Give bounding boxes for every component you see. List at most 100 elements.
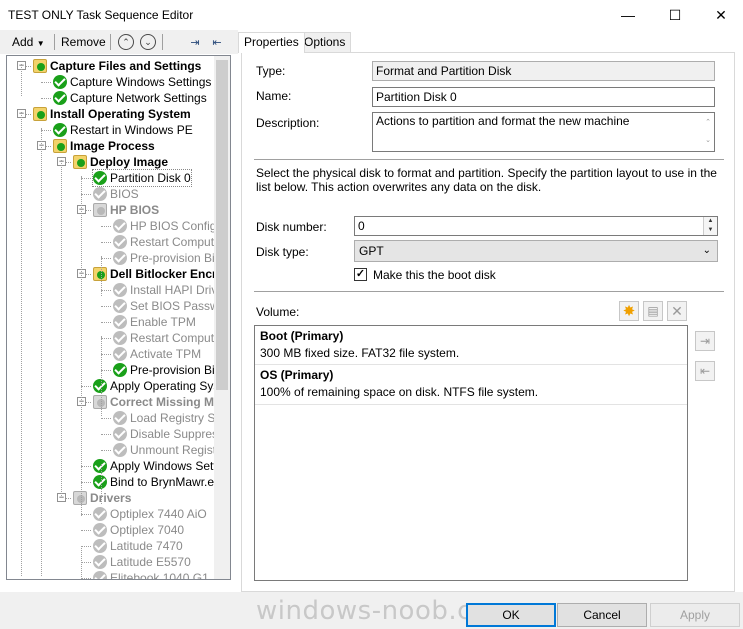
tree-group[interactable]: Install Operating System [33, 106, 191, 122]
tree-connector [81, 386, 91, 387]
properties-icon[interactable]: ▤ [643, 301, 663, 321]
divider [254, 291, 724, 292]
spin-up-icon[interactable]: ▲ [703, 217, 717, 226]
description-text: Actions to partition and format the new … [376, 114, 630, 128]
name-field[interactable]: Partition Disk 0 [372, 87, 715, 107]
tree-node-label: Pre-provision BitLo [130, 251, 215, 265]
folder-icon [33, 59, 47, 73]
tree-connector [41, 82, 51, 83]
tab-properties[interactable]: Properties [238, 32, 305, 53]
folder-disabled-icon [93, 395, 107, 409]
delete-icon[interactable]: ✕ [667, 301, 687, 321]
tree-step[interactable]: Pre-provision BitLo [113, 250, 215, 266]
step-disabled-icon [93, 539, 107, 553]
tree-node-label: Bind to BrynMawr.edu [110, 475, 215, 489]
tree-node-label: Activate TPM [130, 347, 202, 361]
tree-step[interactable]: Bind to BrynMawr.edu [93, 474, 215, 490]
tree-node-label: Latitude E5570 [110, 555, 191, 569]
tree-step[interactable]: Restart in Windows PE [53, 122, 193, 138]
indent-icon[interactable]: ⇥ [186, 33, 204, 51]
tree-step[interactable]: Load Registry SO [113, 410, 215, 426]
task-sequence-tree[interactable]: − Capture Files and Settings Capture Windo… [6, 55, 231, 580]
tree-step[interactable]: Optiplex 7040 [93, 522, 184, 538]
tree-scroll-thumb[interactable] [216, 60, 228, 390]
tree-connector [101, 290, 111, 291]
tree-step[interactable]: Capture Network Settings [53, 90, 207, 106]
tree-node-label: Disable Suppresse [130, 427, 215, 441]
tree-group[interactable]: Dell Bitlocker Encr [93, 266, 215, 282]
description-field[interactable]: Actions to partition and format the new … [372, 112, 715, 152]
disk-number-label: Disk number: [256, 220, 327, 234]
tree-node-label: Restart Computer [130, 235, 215, 249]
tree-step[interactable]: Unmount Registry [113, 442, 215, 458]
disk-type-select[interactable]: GPT ⌄ [354, 240, 718, 262]
tree-step[interactable]: Latitude E5570 [93, 554, 191, 570]
minimize-icon[interactable]: — [605, 0, 651, 30]
step-complete-icon [53, 123, 67, 137]
outdent-icon[interactable]: ⇤ [208, 33, 226, 51]
tree-step[interactable]: Pre-provision BitLo [113, 362, 215, 378]
tree-connector [101, 242, 111, 243]
list-item[interactable]: OS (Primary) 100% of remaining space on … [255, 365, 687, 403]
list-item[interactable]: Boot (Primary) 300 MB fixed size. FAT32 … [255, 326, 687, 364]
tree-step[interactable]: Restart Computer [113, 330, 215, 346]
tree-group[interactable]: Deploy Image [73, 154, 168, 170]
tree-step[interactable]: Optiplex 7440 AiO [93, 506, 207, 522]
tree-connector [101, 354, 111, 355]
maximize-icon[interactable]: ☐ [652, 0, 698, 30]
tree-connector [81, 194, 91, 195]
tree-scrollbar[interactable] [214, 56, 230, 579]
tree-step[interactable]: Apply Operating Syste [93, 378, 215, 394]
tree-step[interactable]: Partition Disk 0 [92, 169, 192, 187]
tab-options[interactable]: Options [298, 32, 352, 52]
tree-node-label: HP BIOS Config [130, 219, 215, 233]
tree-step[interactable]: Capture Windows Settings [53, 74, 211, 90]
add-button[interactable]: Add ▼ [10, 32, 47, 52]
new-volume-icon[interactable]: ✸ [619, 301, 639, 321]
tree-step[interactable]: Apply Windows Settin [93, 458, 215, 474]
disk-type-value: GPT [359, 244, 384, 258]
move-volume-up-icon[interactable]: ⇥ [695, 331, 715, 351]
tree-step[interactable]: BIOS [93, 186, 139, 202]
volume-list[interactable]: Boot (Primary) 300 MB fixed size. FAT32 … [254, 325, 688, 581]
boot-disk-checkbox[interactable]: ✓ [354, 268, 367, 281]
apply-button[interactable]: Apply [650, 603, 740, 627]
move-down-icon[interactable]: ⌄ [140, 34, 156, 50]
toolbar-separator [110, 34, 111, 50]
tree-guide-line [41, 128, 42, 576]
tree-node-label: Enable TPM [130, 315, 196, 329]
disk-number-stepper[interactable]: 0 ▲ ▼ [354, 216, 718, 236]
remove-button[interactable]: Remove [59, 32, 108, 52]
tree-step[interactable]: Set BIOS Passwo [113, 298, 215, 314]
scroll-down-icon[interactable]: ⌄ [705, 133, 711, 148]
tree-step[interactable]: Install HAPI Driver [113, 282, 215, 298]
step-disabled-icon [113, 315, 127, 329]
tree-step[interactable]: Enable TPM [113, 314, 196, 330]
tree-guide-line [101, 464, 102, 504]
tree-step[interactable]: Elitebook 1040 G1 [93, 570, 209, 579]
tree-group[interactable]: Capture Files and Settings [33, 58, 201, 74]
tree-step[interactable]: HP BIOS Config [113, 218, 215, 234]
spin-down-icon[interactable]: ▼ [703, 226, 717, 235]
cancel-button[interactable]: Cancel [557, 603, 647, 627]
scroll-up-icon[interactable]: ⌃ [705, 115, 711, 130]
tree-node-label: Apply Windows Settin [110, 459, 215, 473]
ok-button[interactable]: OK [466, 603, 556, 627]
tree-node-label: Install Operating System [50, 107, 191, 121]
tree-group[interactable]: Correct Missing Me [93, 394, 215, 410]
tree-group[interactable]: HP BIOS [93, 202, 159, 218]
tree-connector [81, 466, 91, 467]
tree-step[interactable]: Latitude 7470 [93, 538, 183, 554]
tree-step[interactable]: Disable Suppresse [113, 426, 215, 442]
tree-connector [81, 178, 91, 179]
close-icon[interactable]: ✕ [698, 0, 743, 30]
move-volume-down-icon[interactable]: ⇤ [695, 361, 715, 381]
move-up-icon[interactable]: ⌃ [118, 34, 134, 50]
tree-step[interactable]: Restart Computer [113, 234, 215, 250]
tree-group[interactable]: Image Process [53, 138, 155, 154]
step-disabled-icon [93, 187, 107, 201]
step-complete-icon [113, 363, 127, 377]
step-disabled-icon [93, 523, 107, 537]
tree-node-label: Partition Disk 0 [110, 171, 191, 185]
tree-step[interactable]: Activate TPM [113, 346, 201, 362]
